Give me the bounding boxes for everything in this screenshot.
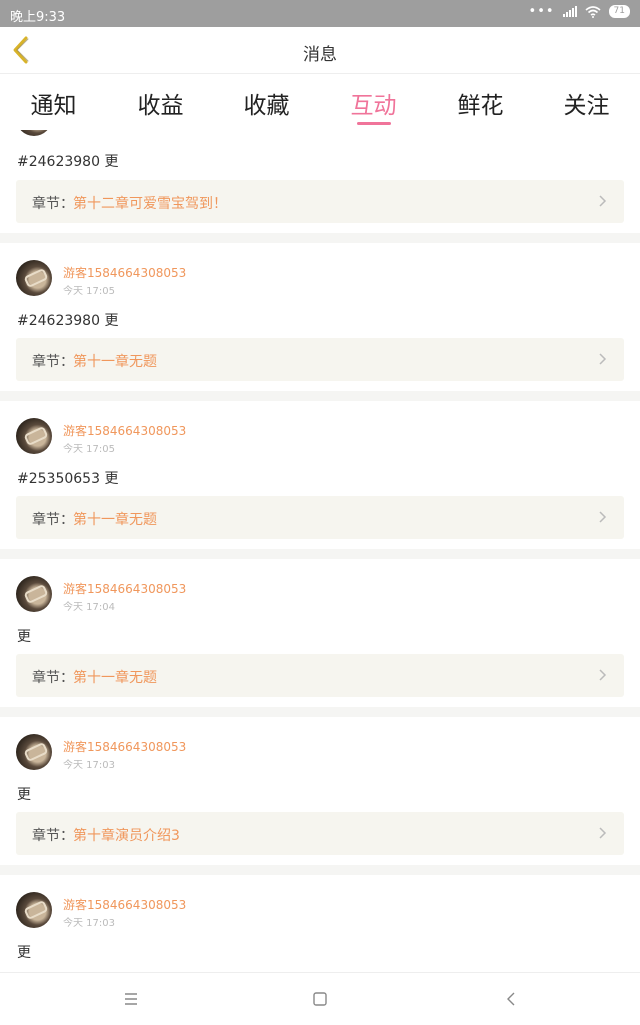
divider bbox=[0, 391, 640, 401]
avatar[interactable] bbox=[16, 418, 52, 454]
tab-bar: 通知 收益 收藏 互动 鲜花 关注 bbox=[0, 74, 640, 130]
chapter-title: 第十一章无题 bbox=[73, 512, 157, 528]
chevron-right-icon bbox=[599, 195, 607, 207]
chapter-link[interactable]: 章节： 第十一章无题 bbox=[16, 338, 624, 381]
chapter-title: 第十一章无题 bbox=[73, 354, 157, 370]
chapter-title: 第十二章可爱雪宝驾到！ bbox=[73, 196, 227, 212]
divider bbox=[0, 233, 640, 243]
chapter-label: 章节： bbox=[32, 512, 74, 528]
page-title: 消息 bbox=[303, 45, 337, 65]
username[interactable]: 游客1584664308053 bbox=[63, 738, 186, 755]
timestamp: 今天 17:03 bbox=[63, 918, 115, 929]
avatar[interactable] bbox=[16, 892, 52, 928]
divider bbox=[0, 707, 640, 717]
avatar[interactable] bbox=[16, 130, 52, 136]
username[interactable]: 游客1584664308053 bbox=[63, 896, 186, 913]
chapter-link[interactable]: 章节： 第十章演员介绍3 bbox=[16, 812, 624, 855]
divider bbox=[0, 549, 640, 559]
back-nav-icon[interactable] bbox=[501, 989, 521, 1009]
tab-following[interactable]: 关注 bbox=[533, 86, 640, 120]
list-item: 游客1584664308053 今天 17:05 #24623980 更 章节：… bbox=[0, 243, 640, 391]
chapter-label: 章节： bbox=[32, 354, 74, 370]
menu-icon[interactable] bbox=[121, 989, 141, 1009]
timestamp: 今天 17:03 bbox=[63, 760, 115, 771]
list-item: 游客1584664308053 今天 17:03 更 章节： 第十章演员介绍3 bbox=[0, 717, 640, 865]
wifi-icon bbox=[585, 5, 601, 18]
comment-text: #24623980 更 bbox=[17, 154, 119, 170]
comment-text: 更 bbox=[17, 787, 31, 803]
tab-flowers[interactable]: 鲜花 bbox=[427, 86, 534, 120]
tab-earnings[interactable]: 收益 bbox=[107, 86, 214, 120]
signal-icon bbox=[562, 6, 577, 17]
system-nav-bar bbox=[0, 972, 640, 1025]
more-dots-icon: ••• bbox=[528, 4, 555, 19]
tab-notifications[interactable]: 通知 bbox=[0, 86, 107, 120]
list-item: 游客1584664308053 今天 17:04 更 章节： 第十一章无题 bbox=[0, 559, 640, 707]
chevron-right-icon bbox=[599, 511, 607, 523]
timestamp: 今天 17:05 bbox=[63, 286, 115, 297]
avatar[interactable] bbox=[16, 734, 52, 770]
chapter-link[interactable]: 章节： 第十一章无题 bbox=[16, 654, 624, 697]
chevron-right-icon bbox=[599, 669, 607, 681]
timestamp: 今天 17:05 bbox=[63, 444, 115, 455]
title-bar: 消息 bbox=[0, 27, 640, 74]
active-tab-indicator bbox=[357, 122, 391, 125]
chapter-link[interactable]: 章节： 第十二章可爱雪宝驾到！ bbox=[16, 180, 624, 223]
comment-text: #24623980 更 bbox=[17, 313, 119, 329]
tab-interactions[interactable]: 互动 bbox=[320, 86, 427, 120]
chapter-label: 章节： bbox=[32, 670, 74, 686]
username[interactable]: 游客1584664308053 bbox=[63, 264, 186, 281]
status-bar: 晚上9:33 ••• 71 bbox=[0, 0, 640, 27]
divider bbox=[0, 865, 640, 875]
home-icon[interactable] bbox=[310, 989, 330, 1009]
username[interactable]: 游客1584664308053 bbox=[63, 422, 186, 439]
list-item: 游客1584664308053 今天 17:05 #25350653 更 章节：… bbox=[0, 401, 640, 549]
comment-text: #25350653 更 bbox=[17, 471, 119, 487]
list-item: #24623980 更 章节： 第十二章可爱雪宝驾到！ bbox=[0, 130, 640, 233]
username[interactable]: 游客1584664308053 bbox=[63, 580, 186, 597]
comment-text: 更 bbox=[17, 629, 31, 645]
comment-text: 更 bbox=[17, 945, 31, 961]
timestamp: 今天 17:04 bbox=[63, 602, 115, 613]
avatar[interactable] bbox=[16, 576, 52, 612]
chapter-label: 章节： bbox=[32, 196, 74, 212]
chapter-link[interactable]: 章节： 第十一章无题 bbox=[16, 496, 624, 539]
tab-favorites[interactable]: 收藏 bbox=[213, 86, 320, 120]
chapter-title: 第十一章无题 bbox=[73, 670, 157, 686]
chevron-right-icon bbox=[599, 353, 607, 365]
chevron-right-icon bbox=[599, 827, 607, 839]
status-time: 晚上9:33 bbox=[10, 10, 66, 25]
chapter-title: 第十章演员介绍3 bbox=[73, 828, 180, 844]
battery-icon: 71 bbox=[608, 5, 630, 18]
status-icons: ••• 71 bbox=[529, 5, 630, 18]
list-item: 游客1584664308053 今天 17:03 更 bbox=[0, 875, 640, 972]
interaction-feed[interactable]: #24623980 更 章节： 第十二章可爱雪宝驾到！ 游客1584664308… bbox=[0, 130, 640, 972]
chapter-label: 章节： bbox=[32, 828, 74, 844]
avatar[interactable] bbox=[16, 260, 52, 296]
